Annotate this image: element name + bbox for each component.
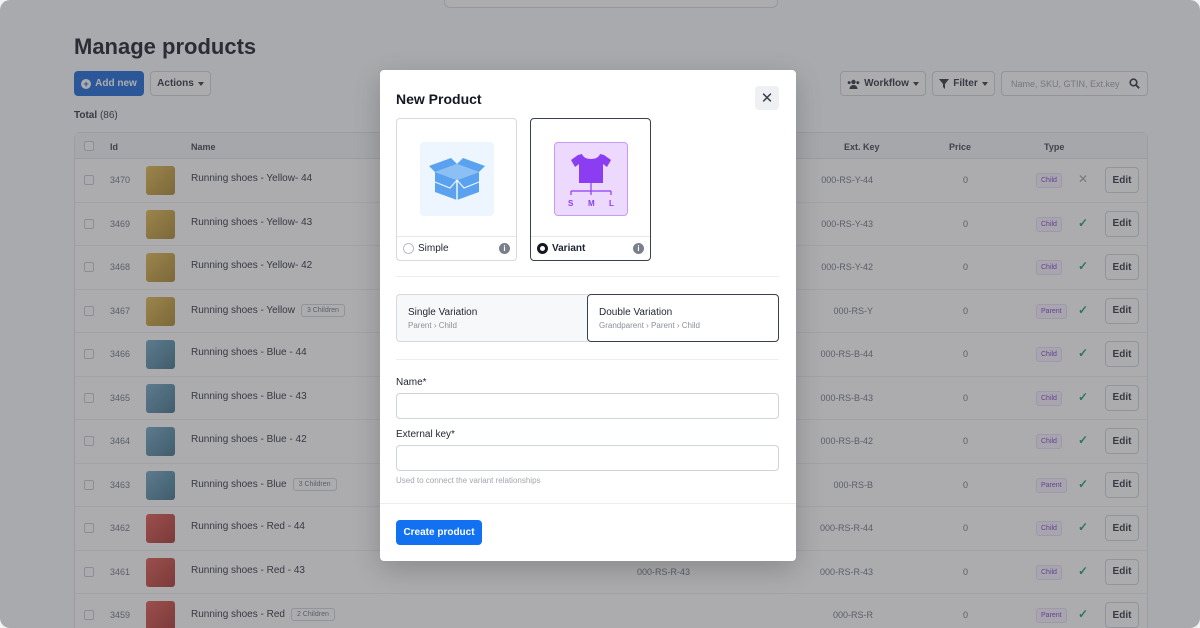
size-m: M [588, 199, 595, 208]
info-icon[interactable]: i [633, 243, 644, 254]
path-step: Child [681, 321, 700, 330]
name-label: Name* [396, 377, 427, 388]
variant-radio[interactable] [537, 243, 548, 254]
create-product-button[interactable]: Create product [396, 520, 482, 545]
single-variation-title: Single Variation [408, 307, 478, 318]
size-s: S [568, 199, 574, 208]
external-key-help: Used to connect the variant relationship… [396, 476, 541, 485]
path-step: Parent [651, 321, 675, 330]
product-type-simple[interactable]: Simple i [396, 118, 517, 261]
close-icon: ✕ [760, 90, 774, 107]
product-type-simple-footer: Simple i [397, 236, 516, 260]
double-variation-title: Double Variation [599, 307, 673, 318]
new-product-modal: New Product ✕ Simple i S M L Variant i S… [380, 70, 796, 561]
divider [396, 359, 779, 360]
product-type-variant-footer: Variant i [531, 236, 650, 260]
path-step: Parent [408, 321, 432, 330]
app-frame: Manage products + Add new Actions Workfl… [0, 0, 1200, 628]
divider [396, 276, 779, 277]
double-variation-path: Grandparent › Parent › Child [599, 321, 768, 330]
open-box-icon [420, 142, 494, 216]
name-field[interactable] [396, 393, 779, 419]
product-type-variant[interactable]: S M L Variant i [530, 118, 651, 261]
simple-radio[interactable] [403, 243, 414, 254]
double-variation-option[interactable]: Double Variation Grandparent › Parent › … [587, 294, 779, 342]
external-key-field[interactable] [396, 445, 779, 471]
modal-title: New Product [396, 91, 482, 107]
single-variation-option[interactable]: Single Variation Parent › Child [396, 294, 588, 342]
info-icon[interactable]: i [499, 243, 510, 254]
divider [380, 503, 796, 504]
size-l: L [609, 199, 614, 208]
tshirt-sizes-icon: S M L [554, 142, 628, 216]
path-step: Child [438, 321, 457, 330]
variant-label: Variant [552, 243, 586, 254]
path-step: Grandparent [599, 321, 644, 330]
close-button[interactable]: ✕ [755, 86, 779, 110]
simple-label: Simple [418, 243, 449, 254]
external-key-label: External key* [396, 429, 455, 440]
single-variation-path: Parent › Child [408, 321, 578, 330]
